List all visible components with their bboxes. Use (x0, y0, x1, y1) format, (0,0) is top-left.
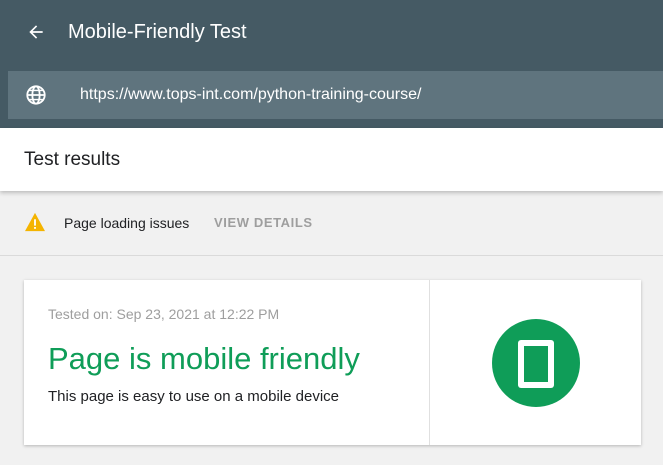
back-button[interactable] (24, 20, 48, 44)
mobile-phone-icon (492, 319, 580, 407)
results-heading: Test results (24, 149, 121, 170)
app-header: Mobile-Friendly Test https://www.tops-in… (0, 0, 663, 128)
issues-label: Page loading issues (64, 215, 190, 231)
warning-icon (25, 212, 45, 232)
verdict-heading: Page is mobile friendly (48, 341, 360, 376)
globe-icon (25, 84, 47, 106)
result-summary: Tested on: Sep 23, 2021 at 12:22 PM Page… (24, 280, 429, 445)
url-bar[interactable]: https://www.tops-int.com/python-training… (8, 71, 663, 119)
view-details-button[interactable]: VIEW DETAILS (214, 215, 313, 231)
card-divider (429, 280, 430, 445)
page-loading-issues-bar: Page loading issues VIEW DETAILS (0, 191, 663, 256)
result-card: Tested on: Sep 23, 2021 at 12:22 PM Page… (24, 280, 641, 445)
page-title: Mobile-Friendly Test (68, 21, 247, 43)
arrow-back-icon (29, 25, 43, 39)
url-input[interactable]: https://www.tops-int.com/python-training… (80, 85, 421, 105)
tested-on-timestamp: Tested on: Sep 23, 2021 at 12:22 PM (48, 306, 280, 322)
results-header: Test results (0, 128, 663, 191)
verdict-description: This page is easy to use on a mobile dev… (48, 388, 339, 405)
